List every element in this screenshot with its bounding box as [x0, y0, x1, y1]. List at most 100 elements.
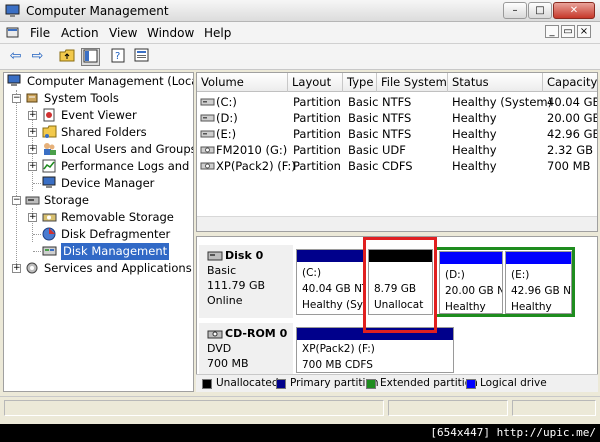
tree-item-local-users[interactable]: + Local Users and Groups	[4, 141, 194, 158]
tree-label: System Tools	[44, 91, 119, 105]
mdi-minimize-button[interactable]: _	[545, 25, 559, 38]
menu-view[interactable]: View	[109, 26, 137, 40]
legend-label: Unallocated	[216, 377, 279, 389]
table-cell: UDF	[382, 143, 406, 157]
column-header-capacity[interactable]: Capacity	[543, 73, 597, 92]
menu-action[interactable]: Action	[61, 26, 99, 40]
table-cell: 2.32 GB	[547, 143, 594, 157]
menu-file[interactable]: File	[30, 26, 50, 40]
close-button[interactable]: ✕	[553, 2, 595, 19]
menu-window[interactable]: Window	[147, 26, 194, 40]
table-cell: Basic	[348, 143, 379, 157]
maximize-button[interactable]: □	[528, 2, 552, 19]
expand-toggle[interactable]: +	[28, 213, 37, 222]
tree-label: Disk Defragmenter	[61, 227, 171, 241]
back-arrow-icon[interactable]: ⇦	[6, 48, 25, 66]
mmc-document-icon[interactable]	[6, 26, 19, 39]
disk0-type: Basic	[207, 264, 237, 277]
computer-management-icon	[7, 74, 21, 86]
partition-e[interactable]: (E:) 42.96 GB NT Healthy	[505, 251, 572, 314]
tree-root[interactable]: Computer Management (Local)	[7, 73, 193, 90]
mdi-close-button[interactable]: ×	[577, 25, 591, 38]
menu-help[interactable]: Help	[204, 26, 231, 40]
toolbar: ⇦ ⇨ ?	[0, 44, 600, 70]
volume-list-header: Volume Layout Type File System Status Ca…	[197, 73, 597, 92]
table-cell: 40.04 GB	[547, 95, 598, 109]
device-manager-icon	[42, 176, 56, 188]
help-icon[interactable]: ?	[109, 48, 128, 66]
extended-partition[interactable]: (D:) 20.00 GB N Healthy (E:) 42.96 GB NT…	[434, 247, 575, 317]
table-cell: (C:)	[216, 95, 237, 109]
cdrom0-type: DVD	[207, 342, 232, 355]
legend-swatch-primary	[276, 379, 286, 389]
drive-icon	[200, 130, 215, 138]
volume-list: Volume Layout Type File System Status Ca…	[196, 72, 598, 232]
services-icon	[26, 262, 38, 274]
drive-icon	[200, 98, 215, 106]
watermark-caption: [654x447] http://upic.me/	[0, 424, 600, 442]
tree-label: Performance Logs and Ale	[61, 159, 193, 173]
table-row[interactable]: (D:) Partition Basic NTFS Healthy 20.00 GB	[197, 110, 597, 126]
table-cell: Basic	[348, 111, 379, 125]
tree-item-storage[interactable]: − Storage	[4, 192, 193, 209]
table-row[interactable]: (E:) Partition Basic NTFS Healthy 42.96 GB	[197, 126, 597, 142]
expand-toggle[interactable]: +	[28, 128, 37, 137]
performance-logs-icon	[42, 159, 56, 173]
column-header-type[interactable]: Type	[343, 73, 377, 92]
table-row[interactable]: FM2010 (G:) Partition Basic UDF Healthy 2.32 …	[197, 142, 597, 158]
minimize-button[interactable]: –	[503, 2, 527, 19]
expand-toggle[interactable]: +	[28, 162, 37, 171]
show-hide-console-tree-icon[interactable]	[81, 48, 100, 66]
column-header-status[interactable]: Status	[448, 73, 543, 92]
cd-drive-icon	[200, 162, 215, 170]
tree-item-device-manager[interactable]: Device Manager	[4, 175, 193, 192]
defragmenter-icon	[42, 227, 56, 241]
cdrom0-size: 700 MB	[207, 357, 249, 370]
horizontal-scrollbar[interactable]	[197, 216, 597, 231]
partition-f[interactable]: XP(Pack2) (F:) 700 MB CDFS	[296, 327, 454, 373]
tree-label: Local Users and Groups	[61, 142, 194, 156]
table-row[interactable]: XP(Pack2) (F:) Partition Basic CDFS Healthy 7…	[197, 158, 597, 174]
computer-management-icon	[5, 4, 20, 17]
partition-unallocated[interactable]: 8.79 GB Unallocat	[368, 249, 433, 315]
table-cell: Partition	[293, 159, 341, 173]
properties-icon[interactable]	[132, 48, 151, 66]
tree-item-disk-defragmenter[interactable]: Disk Defragmenter	[4, 226, 193, 243]
cd-drive-icon	[200, 146, 215, 154]
forward-arrow-icon[interactable]: ⇨	[28, 48, 47, 66]
expand-toggle[interactable]: +	[12, 264, 21, 273]
column-header-file-system[interactable]: File System	[377, 73, 448, 92]
disk0-label[interactable]: Disk 0 Basic 111.79 GB Online	[199, 245, 293, 318]
legend-swatch-logical	[466, 379, 476, 389]
table-cell: (D:)	[216, 111, 238, 125]
tree-item-disk-management[interactable]: Disk Management	[4, 243, 193, 260]
tree-item-removable-storage[interactable]: + Removable Storage	[4, 209, 193, 226]
tree-item-performance-logs[interactable]: + Performance Logs and Ale	[4, 158, 193, 175]
collapse-toggle[interactable]: −	[12, 196, 21, 205]
column-header-layout[interactable]: Layout	[288, 73, 343, 92]
column-header-volume[interactable]: Volume	[197, 73, 288, 92]
tree-item-shared-folders[interactable]: + Shared Folders	[4, 124, 193, 141]
shared-folders-icon	[42, 125, 57, 138]
expand-toggle[interactable]: +	[28, 111, 37, 120]
table-row[interactable]: (C:) Partition Basic NTFS Healthy (System) 40…	[197, 94, 598, 110]
storage-icon	[25, 196, 40, 205]
tree-item-services-applications[interactable]: + Services and Applications	[4, 260, 193, 277]
tree-label: Shared Folders	[61, 125, 147, 139]
partition-d[interactable]: (D:) 20.00 GB N Healthy	[439, 251, 503, 314]
table-cell: XP(Pack2) (F:)	[216, 159, 296, 173]
up-folder-icon[interactable]	[58, 48, 77, 66]
window-title: Computer Management	[26, 4, 169, 18]
tree-label: Event Viewer	[61, 108, 137, 122]
table-cell: Partition	[293, 143, 341, 157]
mdi-restore-button[interactable]: ▭	[561, 25, 575, 38]
partition-c[interactable]: (C:) 40.04 GB NT Healthy (Sy	[296, 249, 366, 315]
tree-item-system-tools[interactable]: − System Tools	[4, 90, 193, 107]
title-bar[interactable]: Computer Management – □ ✕	[0, 0, 600, 22]
collapse-toggle[interactable]: −	[12, 94, 21, 103]
event-viewer-icon	[43, 108, 55, 122]
expand-toggle[interactable]: +	[28, 145, 37, 154]
tree-item-event-viewer[interactable]: + Event Viewer	[4, 107, 193, 124]
table-cell: (E:)	[216, 127, 237, 141]
status-pane-main	[4, 400, 384, 416]
